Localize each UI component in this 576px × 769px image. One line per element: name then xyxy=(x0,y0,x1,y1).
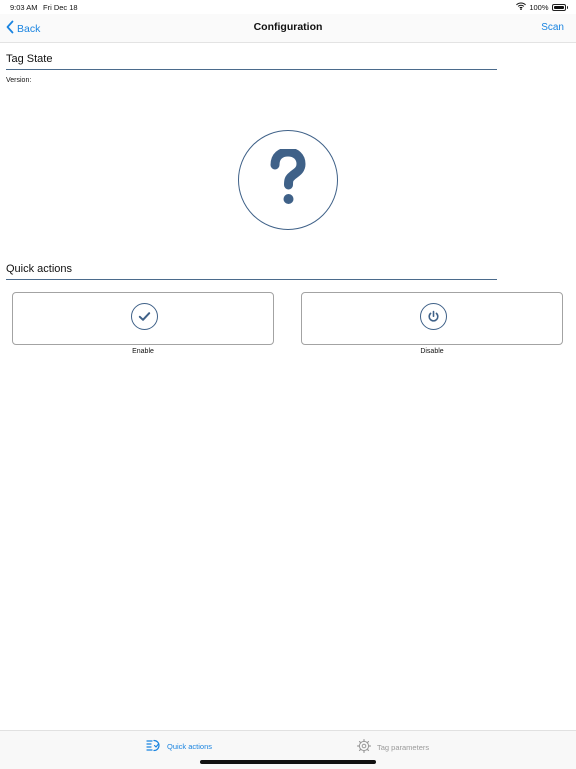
checkmark-icon xyxy=(131,303,158,330)
quick-actions-title: Quick actions xyxy=(6,263,73,275)
wifi-icon xyxy=(516,2,527,12)
tab-quick-actions[interactable]: Quick actions xyxy=(146,739,212,754)
battery-percentage: 100% xyxy=(529,2,549,12)
tag-state-divider xyxy=(6,69,497,70)
page-title: Configuration xyxy=(253,21,323,33)
gear-icon xyxy=(357,739,371,755)
version-label: Version: xyxy=(6,77,32,84)
enable-label: Enable xyxy=(132,348,154,355)
disable-label: Disable xyxy=(420,348,444,355)
tab-tag-parameters[interactable]: Tag parameters xyxy=(357,739,429,755)
quick-actions-icon xyxy=(146,739,161,754)
status-time: 9:03 AM xyxy=(10,3,38,12)
battery-icon xyxy=(551,3,566,11)
scan-button[interactable]: Scan xyxy=(541,22,564,33)
tag-state-title: Tag State xyxy=(6,53,53,65)
navigation-bar: Back Configuration Scan xyxy=(0,14,576,43)
battery-tip xyxy=(566,5,568,9)
home-indicator[interactable] xyxy=(200,760,376,764)
question-mark-icon xyxy=(268,146,308,212)
tag-state-indicator xyxy=(238,130,338,230)
status-bar: 9:03 AM Fri Dec 18 100% xyxy=(0,0,576,14)
quick-actions-divider xyxy=(6,279,497,280)
disable-button[interactable] xyxy=(301,292,563,345)
status-right: 100% xyxy=(516,2,568,12)
tab-tag-parameters-label: Tag parameters xyxy=(377,742,430,752)
power-icon xyxy=(420,303,447,330)
status-date: Fri Dec 18 xyxy=(43,3,78,12)
tab-quick-actions-label: Quick actions xyxy=(167,742,213,751)
enable-button[interactable] xyxy=(12,292,274,345)
